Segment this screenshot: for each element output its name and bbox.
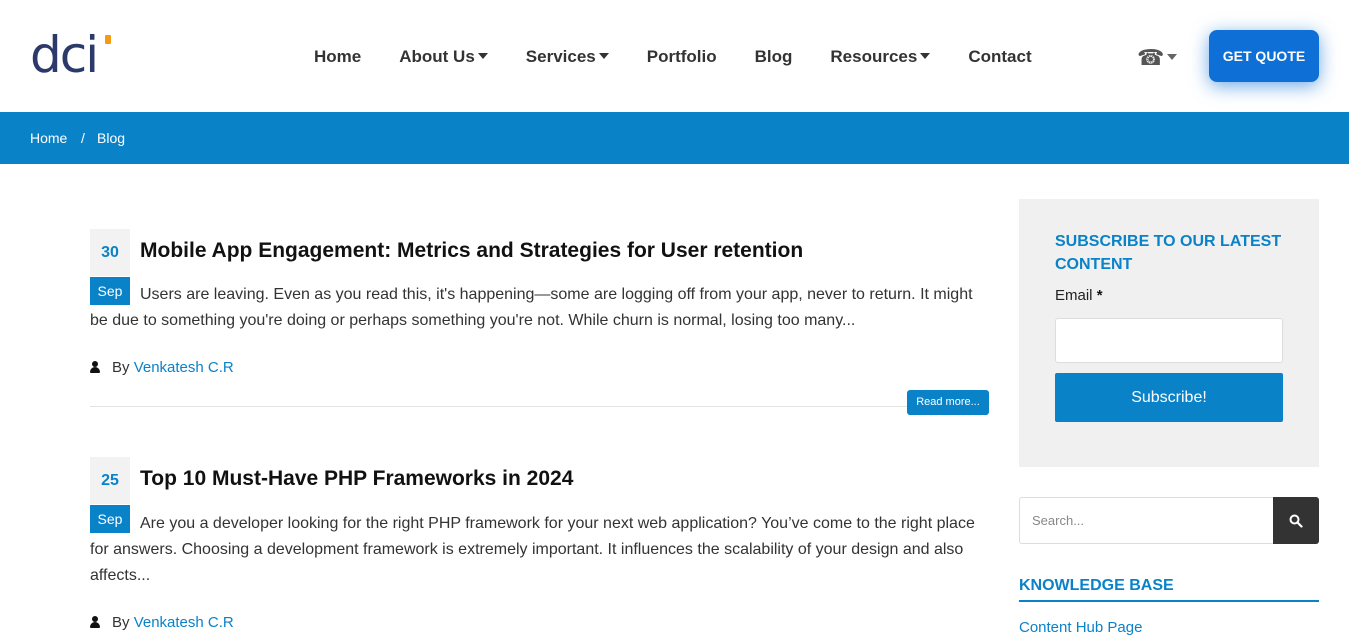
post-excerpt: Users are leaving. Even as you read this… xyxy=(90,286,973,329)
byline-prefix: By xyxy=(112,614,130,631)
nav-about-us-label: About Us xyxy=(399,47,475,66)
logo-text: dci xyxy=(30,26,99,84)
required-mark: * xyxy=(1096,287,1103,304)
nav-home[interactable]: Home xyxy=(314,46,361,68)
post-title[interactable]: Mobile App Engagement: Metrics and Strat… xyxy=(140,237,803,265)
dci-logo[interactable]: dci xyxy=(30,30,112,80)
nav-contact[interactable]: Contact xyxy=(968,46,1031,68)
read-more-button[interactable]: Read more... xyxy=(907,390,989,415)
nav-services[interactable]: Services xyxy=(526,46,609,68)
nav-resources[interactable]: Resources xyxy=(830,46,931,68)
author-link[interactable]: Venkatesh C.R xyxy=(134,614,234,631)
nav-portfolio[interactable]: Portfolio xyxy=(647,46,717,68)
chevron-down-icon xyxy=(477,52,488,59)
post-date-day: 30 xyxy=(90,229,130,276)
nav-about-us[interactable]: About Us xyxy=(399,46,488,68)
breadcrumb-separator: / xyxy=(81,130,85,146)
nav-blog-label: Blog xyxy=(754,47,793,66)
get-quote-button[interactable]: GET QUOTE xyxy=(1209,30,1319,82)
nav-home-label: Home xyxy=(314,47,362,66)
search-button[interactable] xyxy=(1273,497,1319,544)
blog-post: 30 Sep Mobile App Engagement: Metrics an… xyxy=(90,229,989,419)
nav-services-label: Services xyxy=(525,47,596,66)
post-divider xyxy=(90,406,989,407)
nav-contact-label: Contact xyxy=(968,47,1032,66)
post-title[interactable]: Top 10 Must-Have PHP Frameworks in 2024 xyxy=(140,465,573,493)
email-label-text: Email xyxy=(1055,287,1093,304)
nav-resources-label: Resources xyxy=(830,47,918,66)
post-byline: By Venkatesh C.R xyxy=(90,614,234,632)
site-header: dci Home About Us Services Portfolio Blo… xyxy=(0,0,1349,112)
subscribe-button[interactable]: Subscribe! xyxy=(1055,373,1283,422)
main-nav: Home About Us Services Portfolio Blog Re… xyxy=(314,46,1070,68)
breadcrumb: Home / Blog xyxy=(0,112,1349,164)
user-icon xyxy=(90,361,100,373)
post-excerpt: Are you a developer looking for the righ… xyxy=(90,515,975,584)
nav-blog[interactable]: Blog xyxy=(755,46,793,68)
email-label: Email * xyxy=(1055,287,1103,304)
chevron-down-icon xyxy=(598,52,609,59)
chevron-down-icon xyxy=(1167,54,1178,61)
chevron-down-icon xyxy=(920,52,931,59)
subscribe-title: SUBSCRIBE TO OUR LATEST CONTENT xyxy=(1055,233,1282,273)
knowledge-base-title: KNOWLEDGE BASE xyxy=(1019,576,1319,602)
search-icon xyxy=(1289,514,1303,528)
nav-portfolio-label: Portfolio xyxy=(646,47,717,66)
author-link[interactable]: Venkatesh C.R xyxy=(134,359,234,376)
breadcrumb-home-link[interactable]: Home xyxy=(30,130,67,146)
content-hub-link[interactable]: Content Hub Page xyxy=(1019,618,1142,638)
phone-icon: ☎ xyxy=(1137,45,1165,70)
breadcrumb-current: Blog xyxy=(97,130,126,146)
blog-post: 25 Sep Top 10 Must-Have PHP Frameworks i… xyxy=(90,457,989,643)
logo-accent-dot xyxy=(105,35,111,44)
user-icon xyxy=(90,616,100,628)
post-date-day: 25 xyxy=(90,457,130,504)
subscribe-widget: SUBSCRIBE TO OUR LATEST CONTENT Email * … xyxy=(1019,199,1319,467)
email-field[interactable] xyxy=(1055,318,1283,363)
post-byline: By Venkatesh C.R xyxy=(90,359,234,377)
phone-dropdown[interactable]: ☎ xyxy=(1137,44,1178,72)
search-input[interactable] xyxy=(1019,497,1274,544)
byline-prefix: By xyxy=(112,359,130,376)
